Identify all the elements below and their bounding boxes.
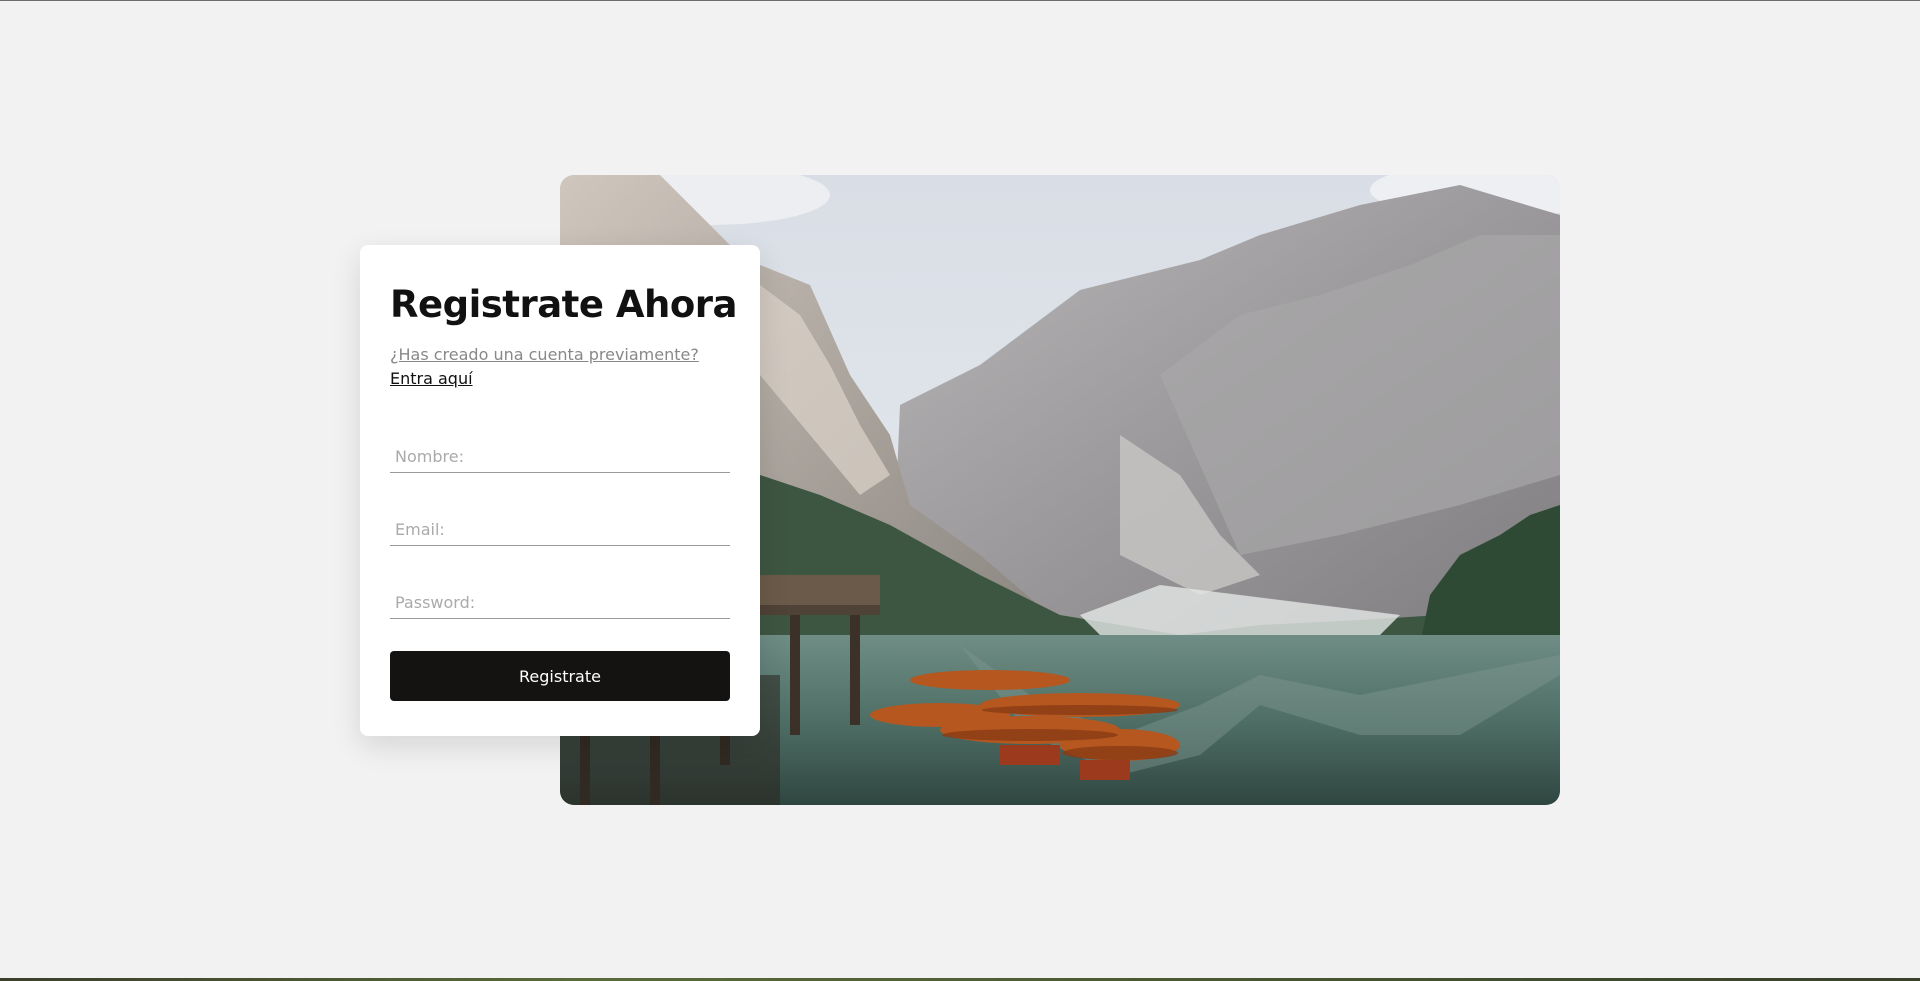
name-field[interactable] <box>390 433 730 473</box>
form-title: Registrate Ahora <box>390 283 737 326</box>
window-top-border <box>0 0 1920 1</box>
login-prompt-link[interactable]: ¿Has creado una cuenta previamente? <box>390 345 699 364</box>
register-button[interactable]: Registrate <box>390 651 730 701</box>
register-form-card: Registrate Ahora ¿Has creado una cuenta … <box>360 245 760 736</box>
password-field[interactable] <box>390 579 730 619</box>
email-field[interactable] <box>390 506 730 546</box>
login-link[interactable]: Entra aquí <box>390 369 473 388</box>
